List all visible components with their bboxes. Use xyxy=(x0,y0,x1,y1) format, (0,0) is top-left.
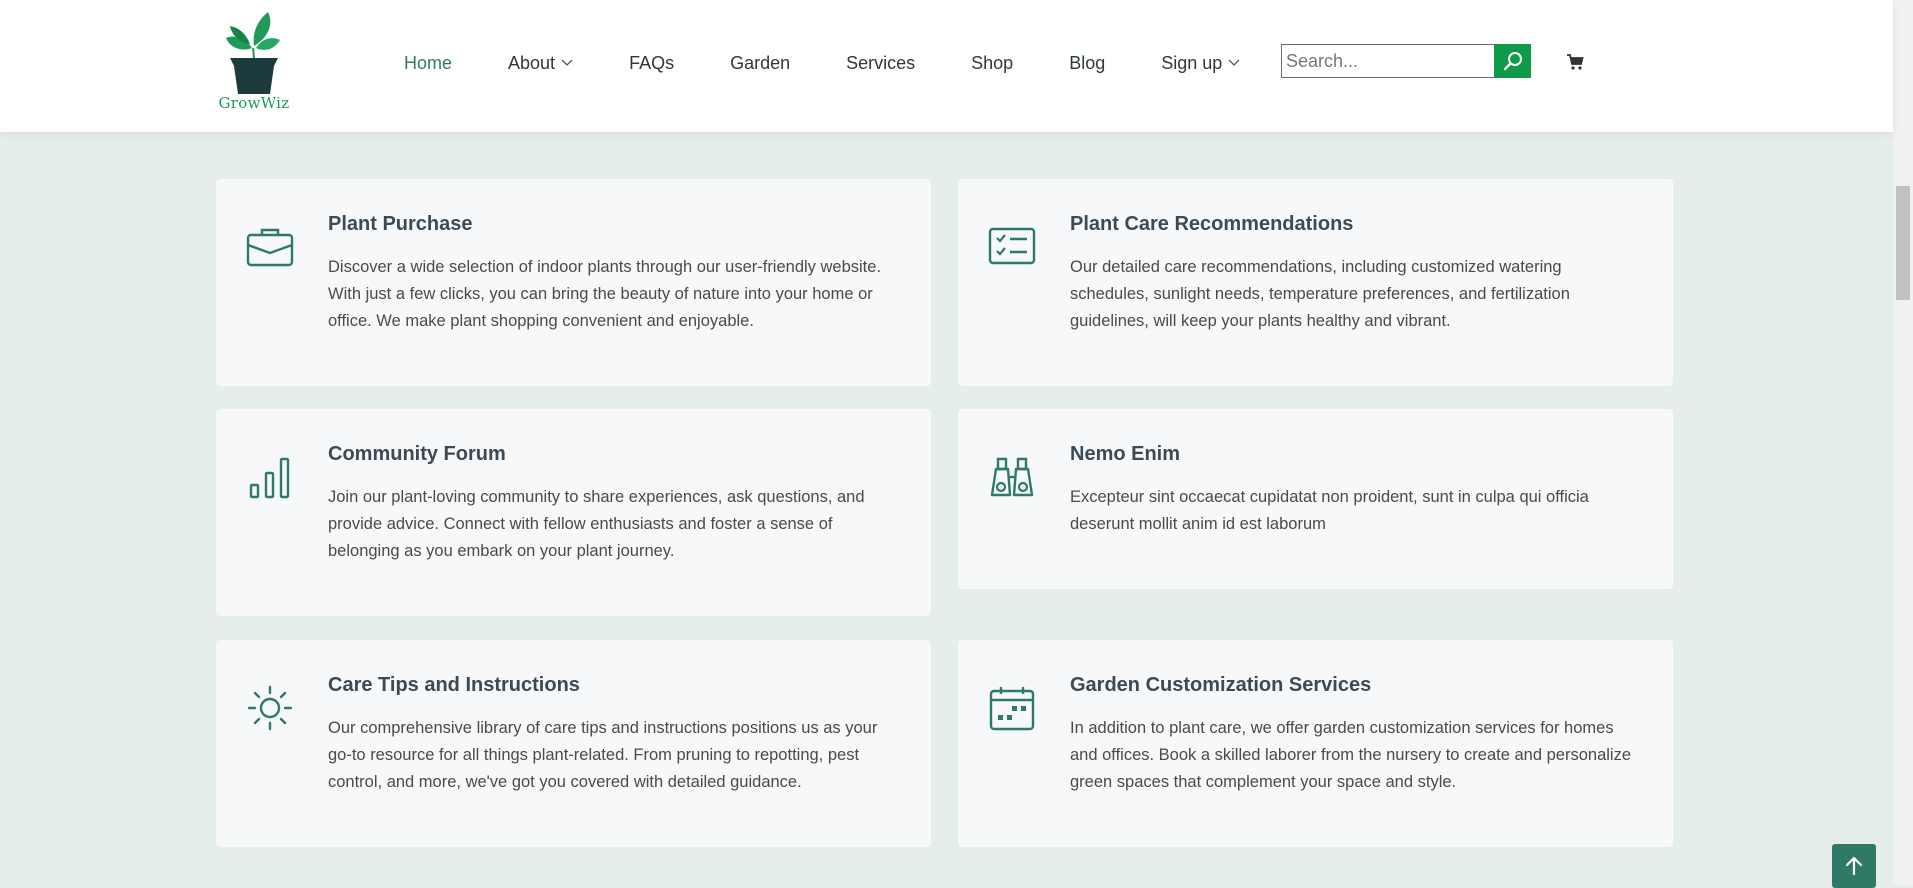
search-icon xyxy=(1503,52,1522,71)
service-card: Community Forum Join our plant-loving co… xyxy=(216,409,931,616)
card-description: Join our plant-loving community to share… xyxy=(328,488,865,560)
calendar-icon xyxy=(989,687,1035,731)
nav-home[interactable]: Home xyxy=(404,53,452,74)
nav-about-label: About xyxy=(508,52,556,73)
nav-blog[interactable]: Blog xyxy=(1069,53,1105,74)
card-description: In addition to plant care, we offer gard… xyxy=(1070,719,1631,791)
arrow-up-icon xyxy=(1845,856,1863,876)
nav-faqs-label: FAQs xyxy=(629,52,675,73)
service-card: Plant Purchase Discover a wide selection… xyxy=(216,179,931,386)
service-card: Plant Care Recommendations Our detailed … xyxy=(958,179,1673,386)
plant-pot-icon xyxy=(226,12,280,94)
sun-icon xyxy=(247,685,293,731)
checklist-icon xyxy=(988,227,1036,265)
search-form xyxy=(1281,44,1531,78)
scrollbar-thumb[interactable] xyxy=(1896,186,1910,300)
card-title: Nemo Enim xyxy=(1070,443,1181,465)
cart-button[interactable] xyxy=(1566,53,1584,71)
nav-services[interactable]: Services xyxy=(846,53,915,74)
nav-signup[interactable]: Sign up xyxy=(1161,53,1240,74)
binoculars-icon xyxy=(990,457,1034,497)
card-description: Our detailed care recommendations, inclu… xyxy=(1070,258,1570,330)
main-nav: Home About FAQs Garden Services Shop Blo… xyxy=(404,0,1296,126)
nav-shop[interactable]: Shop xyxy=(971,53,1013,74)
nav-faqs[interactable]: FAQs xyxy=(629,53,674,74)
card-description: Discover a wide selection of indoor plan… xyxy=(328,258,882,330)
card-title: Community Forum xyxy=(328,443,506,465)
search-button[interactable] xyxy=(1494,44,1531,78)
bar-chart-icon xyxy=(249,457,290,499)
card-title: Care Tips and Instructions xyxy=(328,674,580,696)
growwiz-logo[interactable]: GrowWiz xyxy=(216,8,292,116)
chevron-down-icon xyxy=(1228,59,1240,66)
page-scrollbar[interactable] xyxy=(1893,0,1913,885)
nav-garden-label: Garden xyxy=(730,52,791,73)
card-title: Plant Purchase xyxy=(328,213,473,235)
search-input[interactable] xyxy=(1281,44,1494,78)
card-description: Excepteur sint occaecat cupidatat non pr… xyxy=(1070,488,1589,533)
nav-blog-label: Blog xyxy=(1069,52,1106,73)
card-title: Garden Customization Services xyxy=(1070,674,1372,696)
nav-shop-label: Shop xyxy=(971,52,1014,73)
card-title: Plant Care Recommendations xyxy=(1070,213,1354,235)
service-card: Nemo Enim Excepteur sint occaecat cupida… xyxy=(958,409,1673,589)
service-card: Garden Customization Services In additio… xyxy=(958,640,1673,847)
nav-home-label: Home xyxy=(404,52,453,73)
site-header: GrowWiz Home About FAQs Garden Services … xyxy=(0,0,1893,132)
service-card: Care Tips and Instructions Our comprehen… xyxy=(216,640,931,847)
nav-signup-label: Sign up xyxy=(1161,52,1223,73)
briefcase-icon xyxy=(246,228,294,267)
brand-name: GrowWiz xyxy=(218,94,290,112)
nav-garden[interactable]: Garden xyxy=(730,53,790,74)
nav-about[interactable]: About xyxy=(508,53,573,74)
chevron-down-icon xyxy=(561,59,573,66)
card-description: Our comprehensive library of care tips a… xyxy=(328,719,878,791)
cart-icon xyxy=(1567,54,1584,70)
nav-services-label: Services xyxy=(846,52,916,73)
back-to-top-button[interactable] xyxy=(1832,844,1876,888)
